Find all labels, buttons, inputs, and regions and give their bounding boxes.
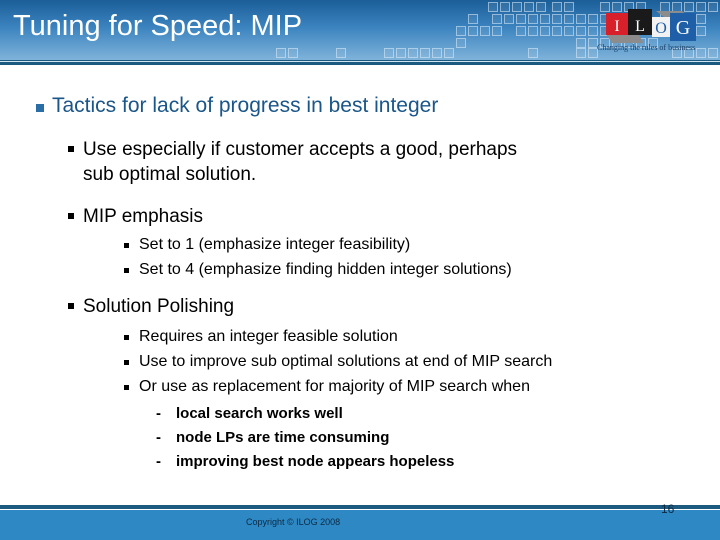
grid-square bbox=[336, 48, 346, 58]
page-number: 16 bbox=[661, 502, 675, 516]
dash-marker: - bbox=[156, 405, 161, 422]
bullet-mip-emphasis: MIP emphasis bbox=[83, 206, 204, 227]
bullet-solution-polishing: Solution Polishing bbox=[83, 296, 235, 317]
copyright-text: Copyright © ILOG 2008 bbox=[246, 517, 341, 527]
grid-square bbox=[488, 2, 498, 12]
bullet-use-especially-line2: sub optimal solution. bbox=[83, 164, 257, 185]
grid-square bbox=[468, 26, 478, 36]
grid-square bbox=[516, 14, 526, 24]
dash-marker: - bbox=[156, 429, 161, 446]
grid-square bbox=[564, 26, 574, 36]
bullet-icon bbox=[68, 303, 74, 309]
grid-square bbox=[576, 38, 586, 48]
polishing-condition: node LPs are time consuming bbox=[176, 429, 390, 446]
grid-square bbox=[500, 2, 510, 12]
mip-emphasis-item: Set to 1 (emphasize integer feasibility) bbox=[139, 236, 411, 253]
grid-square bbox=[552, 2, 562, 12]
polishing-condition: improving best node appears hopeless bbox=[176, 453, 455, 470]
grid-square bbox=[512, 2, 522, 12]
logo-letter-i: I bbox=[614, 18, 619, 35]
bullet-icon bbox=[124, 335, 129, 340]
grid-square bbox=[276, 48, 286, 58]
grid-square bbox=[288, 48, 298, 58]
grid-square bbox=[552, 26, 562, 36]
grid-square bbox=[420, 48, 430, 58]
grid-square bbox=[564, 2, 574, 12]
grid-square bbox=[432, 48, 442, 58]
logo-tagline: Changing the rules of business bbox=[597, 43, 696, 52]
bullet-icon bbox=[68, 146, 74, 152]
bullet-main: Tactics for lack of progress in best int… bbox=[52, 94, 439, 117]
mip-emphasis-item: Set to 4 (emphasize finding hidden integ… bbox=[139, 261, 512, 278]
logo-letter-o: O bbox=[655, 20, 667, 37]
grid-square bbox=[576, 48, 586, 58]
grid-square bbox=[524, 2, 534, 12]
grid-square bbox=[492, 26, 502, 36]
logo-letter-g: G bbox=[676, 17, 690, 39]
bullet-use-especially-line1: Use especially if customer accepts a goo… bbox=[83, 139, 518, 160]
grid-square bbox=[528, 48, 538, 58]
grid-square bbox=[396, 48, 406, 58]
bullet-icon bbox=[68, 213, 74, 219]
grid-square bbox=[536, 2, 546, 12]
bullet-icon bbox=[124, 360, 129, 365]
header-divider-highlight bbox=[0, 61, 720, 62]
slide-footer bbox=[0, 510, 720, 540]
grid-square bbox=[552, 14, 562, 24]
grid-square bbox=[456, 38, 466, 48]
solution-polishing-item: Requires an integer feasible solution bbox=[139, 328, 398, 345]
grid-square bbox=[540, 14, 550, 24]
grid-square bbox=[408, 48, 418, 58]
grid-square bbox=[564, 14, 574, 24]
grid-square bbox=[528, 14, 538, 24]
slide-title: Tuning for Speed: MIP bbox=[13, 10, 303, 42]
grid-square bbox=[456, 26, 466, 36]
slide-header: Tuning for Speed: MIP I L O G Changing t… bbox=[0, 0, 720, 60]
grid-square bbox=[576, 14, 586, 24]
logo-letter-l: L bbox=[635, 18, 645, 35]
bullet-icon bbox=[36, 104, 44, 112]
grid-square bbox=[492, 14, 502, 24]
solution-polishing-item: Use to improve sub optimal solutions at … bbox=[139, 353, 553, 370]
grid-square bbox=[576, 26, 586, 36]
bullet-icon bbox=[124, 243, 129, 248]
bullet-icon bbox=[124, 385, 129, 390]
grid-square bbox=[528, 26, 538, 36]
solution-polishing-item: Or use as replacement for majority of MI… bbox=[139, 378, 530, 395]
grid-square bbox=[516, 26, 526, 36]
grid-square bbox=[468, 14, 478, 24]
grid-square bbox=[444, 48, 454, 58]
grid-square bbox=[540, 26, 550, 36]
dash-marker: - bbox=[156, 453, 161, 470]
bullet-icon bbox=[124, 268, 129, 273]
grid-square bbox=[504, 14, 514, 24]
grid-square bbox=[384, 48, 394, 58]
polishing-condition: local search works well bbox=[176, 405, 343, 422]
grid-square bbox=[480, 26, 490, 36]
